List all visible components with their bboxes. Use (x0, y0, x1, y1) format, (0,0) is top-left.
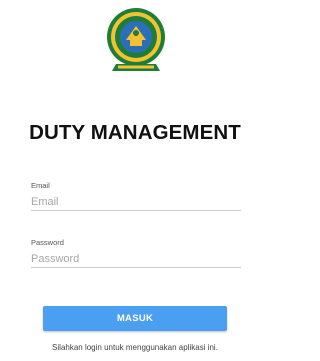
login-button[interactable]: MASUK (43, 306, 227, 331)
institution-emblem-logo (107, 8, 165, 71)
password-field[interactable] (31, 250, 241, 268)
email-field[interactable] (31, 193, 241, 211)
login-hint-text: Silahkan login untuk menggunakan aplikas… (52, 343, 218, 352)
password-label: Password (31, 238, 64, 247)
email-label: Email (31, 181, 50, 190)
login-page: DUTY MANAGEMENT Email Password MASUK Sil… (0, 0, 270, 361)
app-title: DUTY MANAGEMENT (29, 121, 241, 144)
